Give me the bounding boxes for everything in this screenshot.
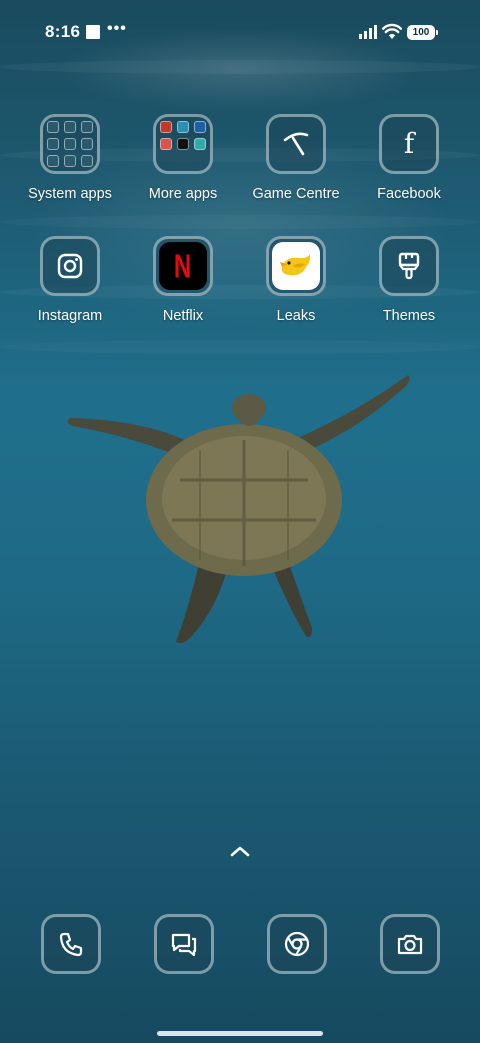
water-ripple: [0, 215, 480, 229]
dock-camera-app[interactable]: [380, 914, 440, 974]
phone-icon: [41, 914, 101, 974]
camera-icon: [380, 914, 440, 974]
app-label: More apps: [148, 186, 218, 202]
netflix-icon: N: [153, 236, 213, 296]
app-label: Instagram: [37, 308, 103, 324]
app-label: System apps: [28, 186, 112, 202]
game-centre-icon: [266, 114, 326, 174]
cell-signal-icon: [359, 25, 377, 39]
status-time: 8:16: [45, 22, 81, 41]
folder-icon: [40, 114, 100, 174]
themes-app[interactable]: Themes: [353, 236, 465, 324]
turtle-wallpaper-image: [67, 375, 410, 644]
leaks-bird-icon: [266, 236, 326, 296]
netflix-letter: N: [174, 248, 192, 284]
dock-phone-app[interactable]: [41, 914, 101, 974]
app-label: Netflix: [162, 308, 204, 324]
gesture-navigation-bar[interactable]: [157, 1031, 323, 1036]
dock-messages-app[interactable]: [154, 914, 214, 974]
system-apps-folder[interactable]: System apps: [14, 114, 126, 202]
chevron-up-icon[interactable]: [226, 843, 254, 859]
chrome-icon: [267, 914, 327, 974]
netflix-app[interactable]: N Netflix: [127, 236, 239, 324]
app-label: Game Centre: [252, 186, 340, 202]
more-apps-folder[interactable]: More apps: [127, 114, 239, 202]
game-centre-app[interactable]: Game Centre: [240, 114, 352, 202]
notification-square-icon: [86, 25, 100, 39]
dock-chrome-app[interactable]: [267, 914, 327, 974]
facebook-app[interactable]: f Facebook: [353, 114, 465, 202]
app-label: Facebook: [377, 186, 441, 202]
app-label: Themes: [382, 308, 436, 324]
facebook-icon: f: [379, 114, 439, 174]
water-ripple: [0, 340, 480, 354]
leaks-app[interactable]: Leaks: [240, 236, 352, 324]
app-label: Leaks: [276, 308, 316, 324]
themes-brush-icon: [379, 236, 439, 296]
facebook-letter: f: [403, 127, 415, 160]
messages-icon: [154, 914, 214, 974]
battery-indicator: 100: [407, 25, 438, 40]
instagram-app[interactable]: Instagram: [14, 236, 126, 324]
more-notifications-indicator: •••: [107, 20, 127, 37]
folder-icon: [153, 114, 213, 174]
wifi-icon: [382, 23, 402, 39]
instagram-icon: [40, 236, 100, 296]
status-bar: 8:16 ••• 100: [0, 0, 480, 64]
